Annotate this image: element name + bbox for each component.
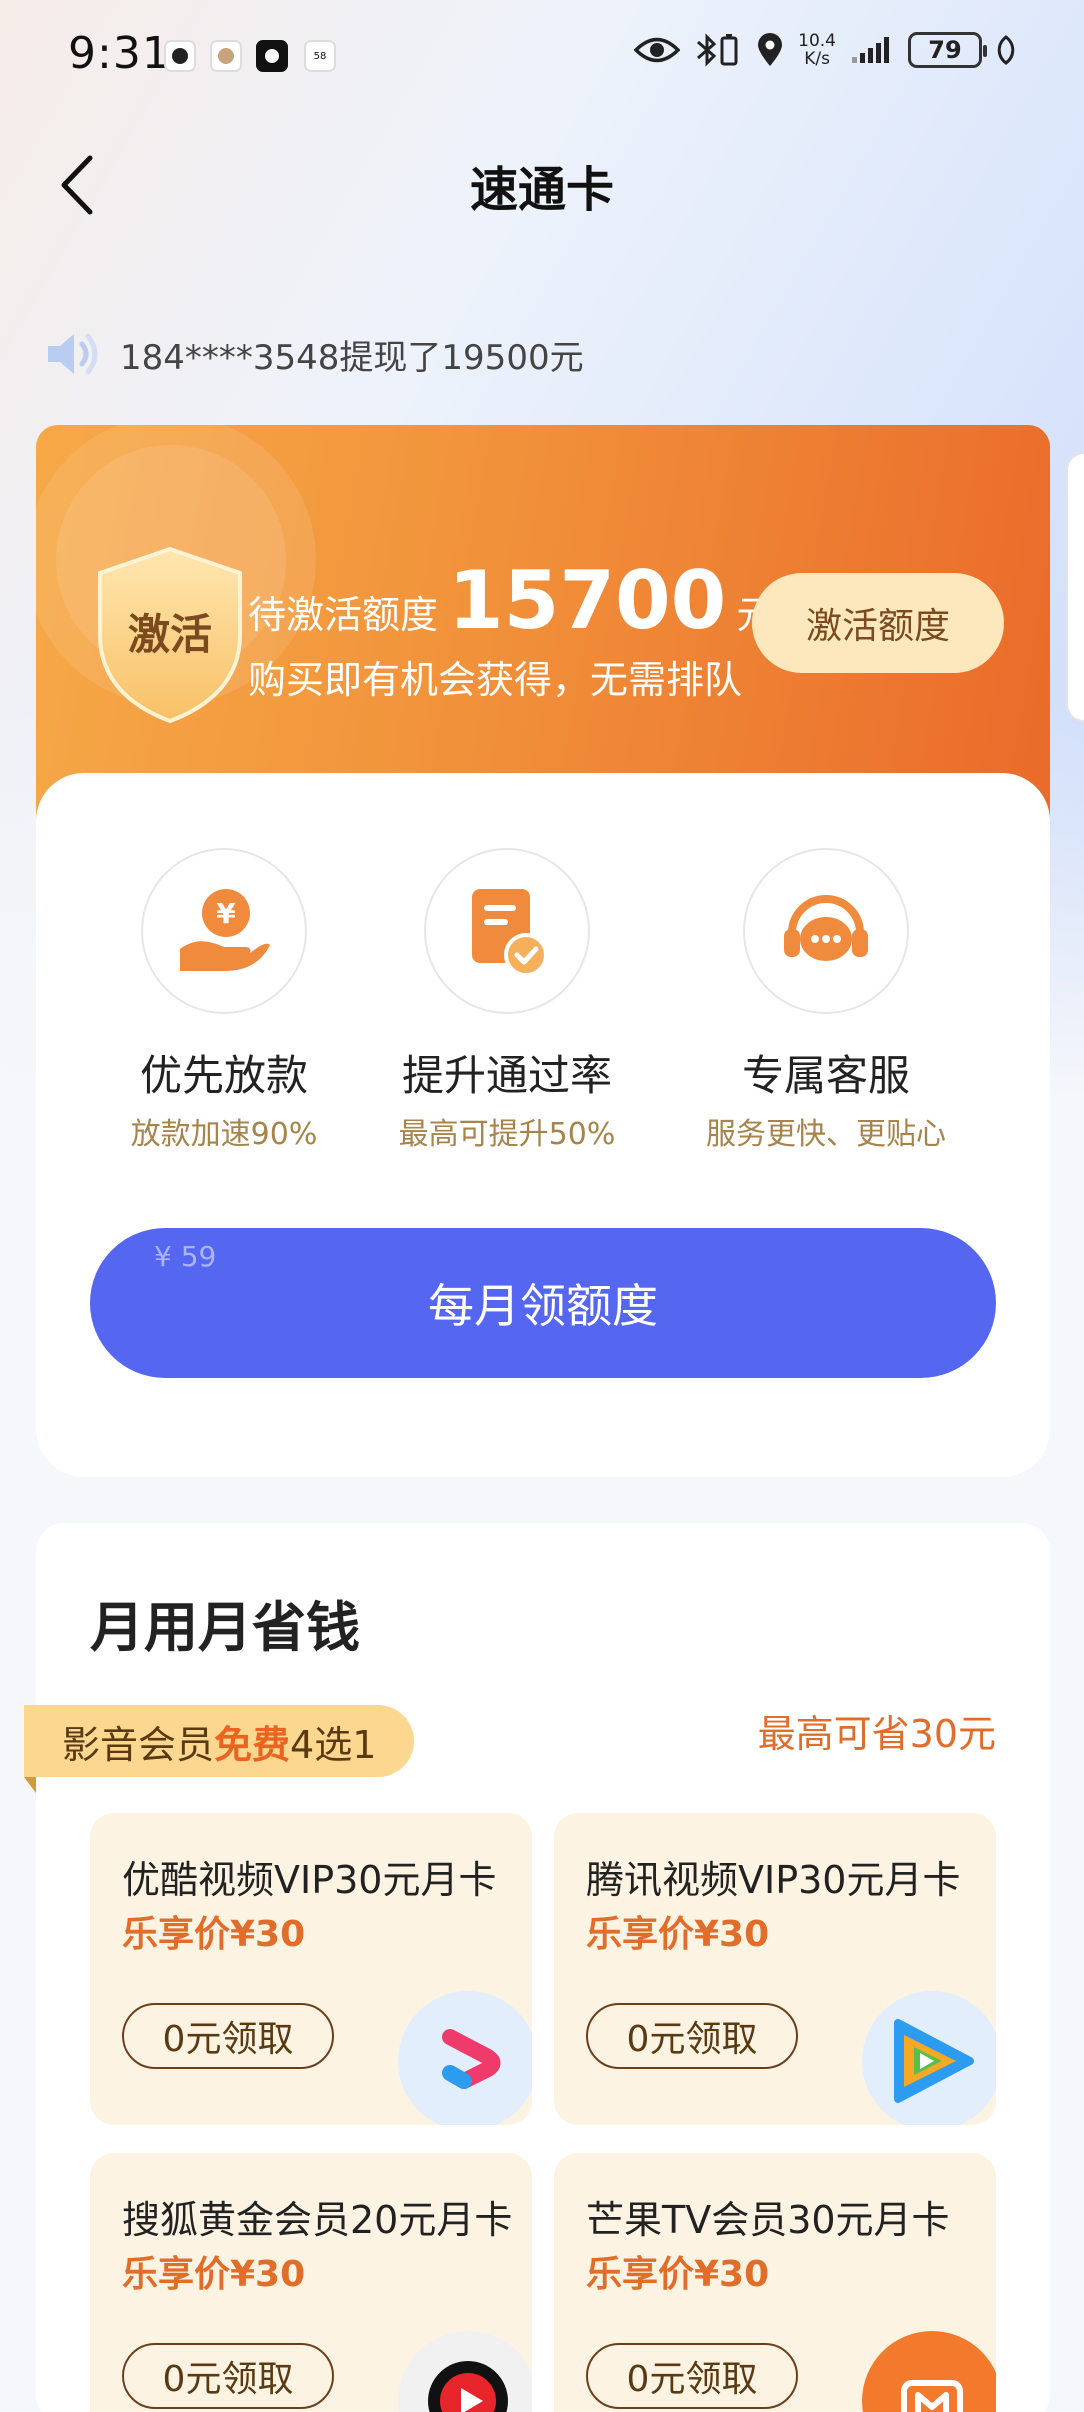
- promo-amount: 15700: [448, 554, 727, 647]
- document-check-icon: [472, 889, 548, 977]
- speaker-icon: [48, 333, 98, 375]
- offer-price: 乐享价¥30: [586, 2254, 770, 2295]
- notification-app-icon: [256, 40, 288, 72]
- notification-58-icon: 58: [304, 40, 336, 72]
- savings-section: 月用月省钱 影音会员 免费 4选1 最高可省30元 优酷视频VIP30元月卡 乐享…: [24, 1523, 1050, 2412]
- benefit-name: 提升通过率: [401, 1051, 612, 1100]
- activate-quota-button[interactable]: 激活额度: [752, 573, 1004, 673]
- max-save-text: 最高可省30元: [757, 1712, 996, 1756]
- promo-text-block: 待激活额度 15700 元 购买即有机会获得，无需排队: [248, 557, 774, 704]
- benefit-approval-rate: 提升通过率 最高可提升50%: [357, 848, 657, 1153]
- offer-name: 腾讯视频VIP30元月卡: [586, 1858, 961, 1902]
- cta-label: 每月领额度: [428, 1279, 658, 1333]
- monthly-quota-button[interactable]: ¥ 59 每月领额度: [90, 1228, 996, 1378]
- benefits-card: ¥ 优先放款 放款加速90% 提升通过率 最高可提升50% 专属客服 服务更快、…: [36, 773, 1050, 1477]
- sohu-video-icon: [398, 2331, 532, 2412]
- offer-price: 乐享价¥30: [122, 2254, 306, 2295]
- offer-card-sohu[interactable]: 搜狐黄金会员20元月卡 乐享价¥30 0元领取: [90, 2153, 532, 2412]
- cta-price: ¥ 59: [154, 1240, 217, 1273]
- promo-subtitle: 购买即有机会获得，无需排队: [248, 658, 743, 702]
- leaf-icon: [997, 35, 1015, 65]
- offer-name: 芒果TV会员30元月卡: [586, 2198, 950, 2242]
- tencent-video-icon: [862, 1991, 996, 2125]
- status-time: 9:31: [68, 28, 171, 79]
- benefit-desc: 服务更快、更贴心: [706, 1117, 946, 1152]
- page-title: 速通卡: [469, 162, 614, 218]
- headset-icon: [784, 895, 868, 961]
- claim-button[interactable]: 0元领取: [586, 2343, 798, 2409]
- bluetooth-battery-icon: [697, 33, 738, 67]
- benefit-name: 优先放款: [139, 1051, 308, 1100]
- benefit-desc: 放款加速90%: [130, 1117, 318, 1152]
- status-bar: 9:31 58 10.4 K/s 79: [0, 0, 1084, 110]
- benefit-desc: 最高可提升50%: [398, 1117, 616, 1152]
- promo-label: 待激活额度: [248, 593, 439, 637]
- location-icon: [758, 33, 783, 66]
- notification-app-icon: [164, 40, 196, 72]
- battery-indicator: 79: [908, 32, 987, 68]
- mango-tv-icon: [862, 2331, 996, 2412]
- offer-name: 搜狐黄金会员20元月卡: [122, 2198, 513, 2242]
- claim-button[interactable]: 0元领取: [586, 2003, 798, 2069]
- offer-name: 优酷视频VIP30元月卡: [122, 1858, 497, 1902]
- membership-tag: 影音会员 免费 4选1: [24, 1705, 415, 1777]
- offer-price: 乐享价¥30: [586, 1914, 770, 1955]
- offer-card-mango[interactable]: 芒果TV会员30元月卡 乐享价¥30 0元领取: [554, 2153, 996, 2412]
- offer-price: 乐享价¥30: [122, 1914, 306, 1955]
- announcement-ticker: 184****3548提现了19500元: [44, 328, 584, 380]
- network-speed: 10.4 K/s: [798, 31, 836, 69]
- yuan-hand-icon: ¥: [180, 889, 270, 971]
- signal-icon: [852, 37, 889, 63]
- offer-card-youku[interactable]: 优酷视频VIP30元月卡 乐享价¥30 0元领取: [90, 1813, 532, 2125]
- svg-text:¥: ¥: [216, 897, 236, 930]
- youku-icon: [398, 1991, 532, 2125]
- notification-app-icon: [210, 40, 242, 72]
- shield-badge-label: 激活: [127, 610, 212, 659]
- eye-icon: [634, 37, 681, 63]
- claim-button[interactable]: 0元领取: [122, 2003, 334, 2069]
- claim-button[interactable]: 0元领取: [122, 2343, 334, 2409]
- section-title: 月用月省钱: [90, 1596, 360, 1659]
- benefit-exclusive-service: 专属客服 服务更快、更贴心: [676, 848, 976, 1153]
- offer-card-tencent[interactable]: 腾讯视频VIP30元月卡 乐享价¥30 0元领取: [554, 1813, 996, 2125]
- benefit-name: 专属客服: [741, 1051, 910, 1100]
- benefit-priority-loan: ¥ 优先放款 放款加速90%: [74, 848, 374, 1153]
- ticker-text: 184****3548提现了19500元: [120, 337, 584, 378]
- side-panel-handle[interactable]: [1066, 452, 1084, 722]
